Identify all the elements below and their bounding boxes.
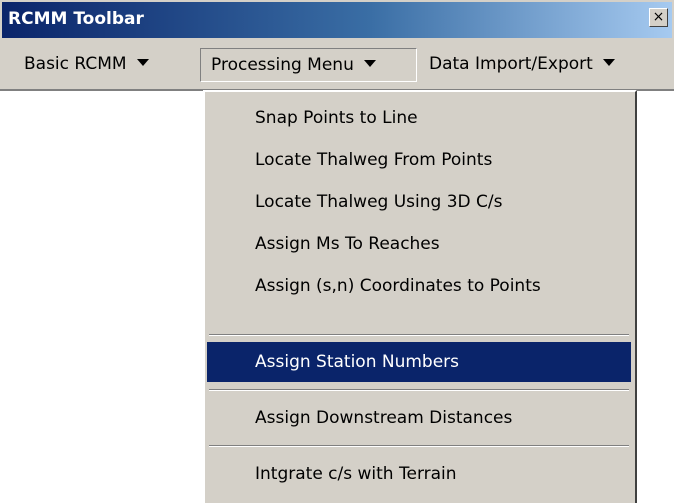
- menu-item-integrate-cs-terrain[interactable]: Intgrate c/s with Terrain: [207, 454, 631, 494]
- menu-label: Processing Menu: [211, 55, 354, 75]
- dropdown-arrow-icon: [363, 59, 376, 67]
- close-icon: ×: [652, 9, 665, 25]
- menu-basic-rcmm[interactable]: Basic RCMM: [14, 48, 199, 82]
- menu-separator: [209, 445, 629, 447]
- menu-processing[interactable]: Processing Menu: [200, 48, 417, 82]
- menu-item-locate-thalweg-points[interactable]: Locate Thalweg From Points: [207, 140, 631, 180]
- menu-item-assign-sn-coordinates[interactable]: Assign (s,n) Coordinates to Points: [207, 266, 631, 306]
- menu-label: Basic RCMM: [24, 54, 127, 74]
- menu-item-assign-ms[interactable]: Assign Ms To Reaches: [207, 224, 631, 264]
- processing-dropdown-menu: Snap Points to Line Locate Thalweg From …: [203, 90, 637, 503]
- menu-separator: [209, 334, 629, 336]
- menu-item-assign-station-numbers[interactable]: Assign Station Numbers: [207, 342, 631, 382]
- window-title: RCMM Toolbar: [8, 9, 144, 29]
- screen: RCMM Toolbar × Basic RCMM Processing Men…: [0, 0, 674, 503]
- close-button[interactable]: ×: [649, 8, 668, 27]
- menu-item-locate-thalweg-3d[interactable]: Locate Thalweg Using 3D C/s: [207, 182, 631, 222]
- menu-item-snap-points[interactable]: Snap Points to Line: [207, 98, 631, 138]
- menu-bar: Basic RCMM Processing Menu Data Import/E…: [2, 38, 672, 88]
- title-bar[interactable]: RCMM Toolbar ×: [2, 2, 672, 38]
- dropdown-arrow-icon: [136, 58, 149, 66]
- menu-data-import-export[interactable]: Data Import/Export: [419, 48, 674, 82]
- menu-label: Data Import/Export: [429, 54, 593, 74]
- menu-separator: [209, 389, 629, 391]
- dropdown-arrow-icon: [602, 58, 615, 66]
- menu-item-assign-downstream-distances[interactable]: Assign Downstream Distances: [207, 398, 631, 438]
- rcmm-toolbar-window: RCMM Toolbar × Basic RCMM Processing Men…: [0, 0, 674, 91]
